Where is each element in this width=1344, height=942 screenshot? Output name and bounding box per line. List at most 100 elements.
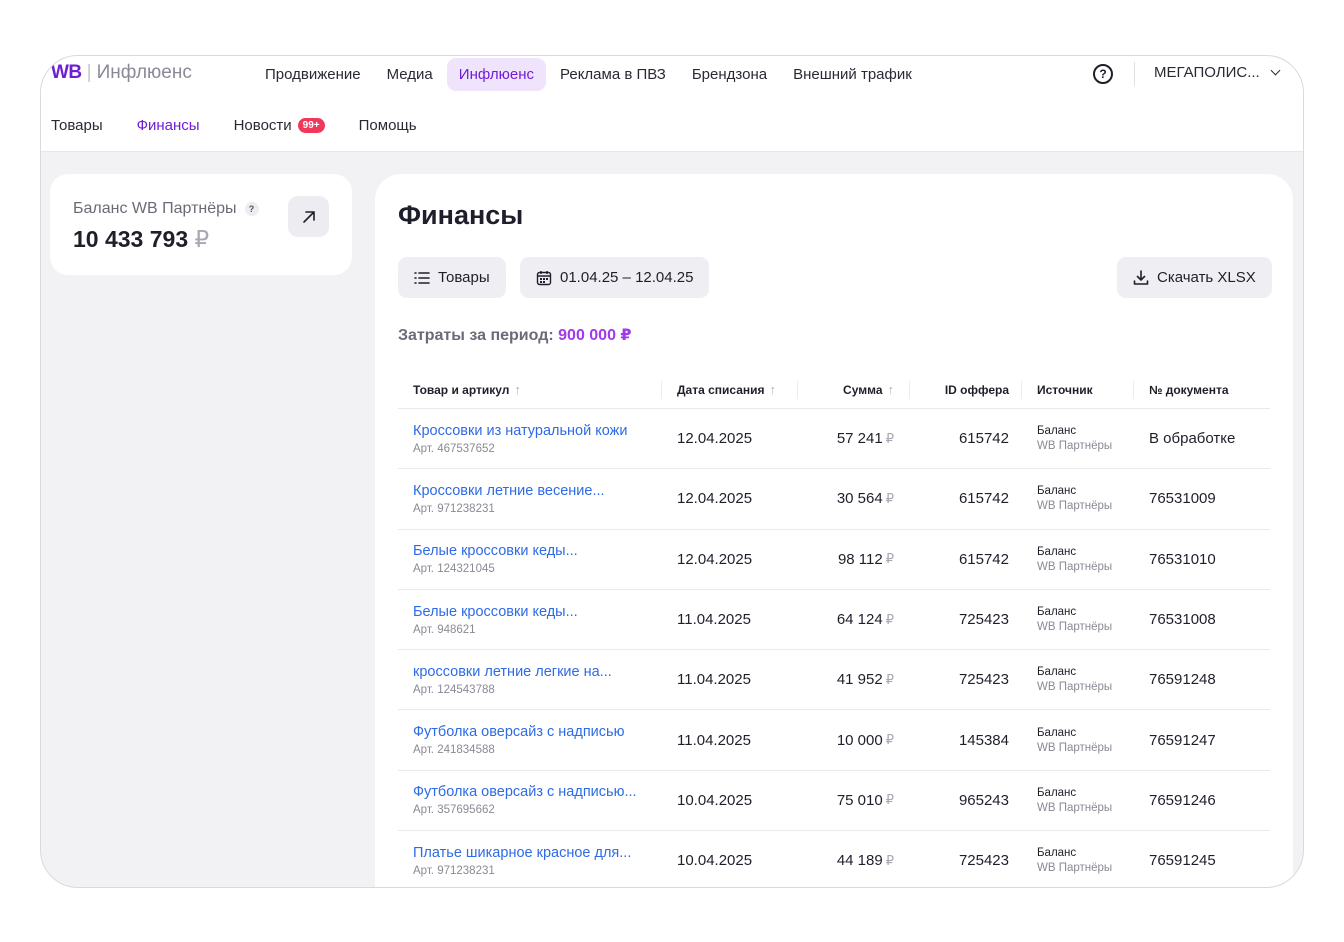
- product-article: Арт. 124321045: [413, 563, 495, 576]
- balance-amount: 10 433 793: [73, 226, 189, 252]
- sum-cell: 64 124 ₽: [798, 590, 910, 649]
- subnav-news-label: Новости: [233, 117, 292, 134]
- sum-cell: 75 010 ₽: [798, 771, 910, 830]
- document-cell: 76591245: [1149, 852, 1216, 870]
- open-balance-button[interactable]: [288, 196, 329, 237]
- table-header: Товар и артикул ↑ Дата списания ↑ Сумма ↑ I…: [398, 371, 1270, 409]
- product-cell: Белые кроссовки кеды... Арт. 948621: [398, 590, 662, 649]
- subnav-help[interactable]: Помощь: [359, 117, 417, 134]
- goods-filter-button[interactable]: Товары: [398, 257, 506, 298]
- column-offer-label: ID оффера: [944, 382, 1009, 397]
- table-row[interactable]: Платье шикарное красное для... Арт. 97123…: [398, 831, 1270, 887]
- period-spending-value: 900 000 ₽: [558, 327, 632, 344]
- product-link[interactable]: Белые кроссовки кеды...: [413, 543, 578, 559]
- source-cell: Баланс WB Партнёры: [1022, 590, 1134, 649]
- balance-currency: ₽: [194, 226, 210, 252]
- account-name: МЕГАПОЛИС...: [1154, 64, 1260, 81]
- document-cell: 76591246: [1149, 791, 1216, 809]
- table-row[interactable]: Белые кроссовки кеды... Арт. 124321045 12.…: [398, 530, 1270, 590]
- document-cell: 76591247: [1149, 731, 1216, 749]
- column-sum[interactable]: Сумма ↑: [798, 371, 910, 408]
- app-window: WB | Инфлюенс Продвижение Медиа Инфлюенс…: [40, 55, 1304, 888]
- source-sub: WB Партнёры: [1037, 741, 1113, 754]
- account-menu[interactable]: МЕГАПОЛИС...: [1154, 64, 1281, 81]
- product-link[interactable]: Кроссовки из натуральной кожи: [413, 423, 627, 439]
- sum-cell: 10 000 ₽: [798, 710, 910, 769]
- sum-cell: 44 189 ₽: [798, 831, 910, 887]
- table-row[interactable]: Кроссовки из натуральной кожи Арт. 467537…: [398, 409, 1270, 470]
- sum-currency: ₽: [885, 551, 894, 567]
- sort-arrow-icon: ↑: [887, 382, 895, 397]
- table-row[interactable]: Футболка оверсайз с надписью... Арт. 3576…: [398, 771, 1270, 832]
- nav-promotion[interactable]: Продвижение: [253, 58, 373, 91]
- nav-brandzone[interactable]: Брендзона: [680, 58, 779, 91]
- balance-value: 10 433 793 ₽: [73, 226, 209, 253]
- balance-label-text: Баланс WB Партнёры: [73, 200, 237, 217]
- column-doc-label: № документа: [1149, 382, 1229, 397]
- sum-currency: ₽: [885, 490, 894, 506]
- goods-filter-label: Товары: [438, 269, 490, 286]
- sum-currency: ₽: [885, 430, 894, 446]
- question-icon[interactable]: ?: [244, 202, 259, 216]
- date-cell: 11.04.2025: [677, 671, 751, 689]
- source-cell: Баланс WB Партнёры: [1022, 530, 1134, 589]
- product-link[interactable]: кроссовки летние легкие на...: [413, 664, 612, 680]
- download-xlsx-button[interactable]: Скачать XLSX: [1117, 257, 1272, 298]
- source-cell: Баланс WB Партнёры: [1022, 831, 1134, 887]
- offer-id-cell: 145384: [958, 731, 1009, 749]
- nav-influence[interactable]: Инфлюенс: [446, 58, 546, 91]
- sum-value: 64 124: [836, 611, 883, 629]
- product-link[interactable]: Футболка оверсайз с надписью: [413, 724, 624, 740]
- source-sub: WB Партнёры: [1037, 862, 1113, 875]
- sum-value: 30 564: [836, 490, 883, 508]
- table-row[interactable]: Кроссовки летние весение... Арт. 97123823…: [398, 469, 1270, 530]
- nav-external-traffic[interactable]: Внешний трафик: [781, 58, 924, 91]
- subnav-finance[interactable]: Финансы: [137, 117, 200, 134]
- sum-cell: 30 564 ₽: [798, 469, 910, 528]
- offer-id-cell: 615742: [958, 430, 1009, 448]
- date-cell: 12.04.2025: [677, 430, 753, 448]
- column-date[interactable]: Дата списания ↑: [662, 371, 798, 408]
- nav-pvz-ads[interactable]: Реклама в ПВЗ: [548, 58, 678, 91]
- subnav-goods[interactable]: Товары: [51, 117, 103, 134]
- logo-separator: |: [86, 62, 92, 83]
- product-cell: Платье шикарное красное для... Арт. 97123…: [398, 831, 662, 887]
- logo[interactable]: WB | Инфлюенс: [51, 62, 192, 84]
- date-range-label: 01.04.25 – 12.04.25: [560, 269, 694, 286]
- finance-table: Товар и артикул ↑ Дата списания ↑ Сумма ↑ I…: [398, 371, 1270, 887]
- date-range-picker[interactable]: 01.04.25 – 12.04.25: [520, 257, 710, 298]
- source-main: Баланс: [1037, 485, 1077, 498]
- offer-id-cell: 725423: [958, 671, 1009, 689]
- column-source: Источник: [1022, 371, 1134, 408]
- table-row[interactable]: Футболка оверсайз с надписью Арт. 2418345…: [398, 710, 1270, 771]
- table-row[interactable]: кроссовки летние легкие на... Арт. 124543…: [398, 650, 1270, 711]
- sum-cell: 57 241 ₽: [798, 409, 910, 468]
- main-nav: Продвижение Медиа Инфлюенс Реклама в ПВЗ…: [253, 58, 924, 91]
- finance-panel: Финансы Товары 01.04.25 – 12.04.25 Скача…: [375, 174, 1293, 887]
- document-cell: 76531009: [1149, 490, 1216, 508]
- subnav-news[interactable]: Новости 99+: [234, 117, 325, 134]
- sum-currency: ₽: [885, 611, 894, 627]
- offer-id-cell: 965243: [958, 791, 1009, 809]
- column-product[interactable]: Товар и артикул ↑: [398, 371, 662, 408]
- sum-cell: 98 112 ₽: [798, 530, 910, 589]
- nav-media[interactable]: Медиа: [375, 58, 445, 91]
- product-cell: Кроссовки из натуральной кожи Арт. 467537…: [398, 409, 662, 468]
- logo-wb: WB: [51, 62, 82, 83]
- product-article: Арт. 467537652: [413, 442, 495, 455]
- column-offer-id: ID оффера: [910, 371, 1022, 408]
- product-link[interactable]: Платье шикарное красное для...: [413, 845, 631, 861]
- help-icon[interactable]: ?: [1093, 64, 1113, 84]
- product-link[interactable]: Белые кроссовки кеды...: [413, 604, 578, 620]
- document-cell: В обработке: [1149, 430, 1236, 448]
- column-source-label: Источник: [1037, 382, 1093, 397]
- product-article: Арт. 971238231: [413, 502, 495, 515]
- product-link[interactable]: Кроссовки летние весение...: [413, 483, 605, 499]
- sum-value: 75 010: [836, 791, 883, 809]
- product-link[interactable]: Футболка оверсайз с надписью...: [413, 784, 637, 800]
- column-product-label: Товар и артикул: [413, 382, 510, 397]
- source-sub: WB Партнёры: [1037, 500, 1113, 513]
- table-row[interactable]: Белые кроссовки кеды... Арт. 948621 11.04.…: [398, 590, 1270, 651]
- product-cell: Футболка оверсайз с надписью Арт. 2418345…: [398, 710, 662, 769]
- column-doc: № документа: [1134, 371, 1270, 408]
